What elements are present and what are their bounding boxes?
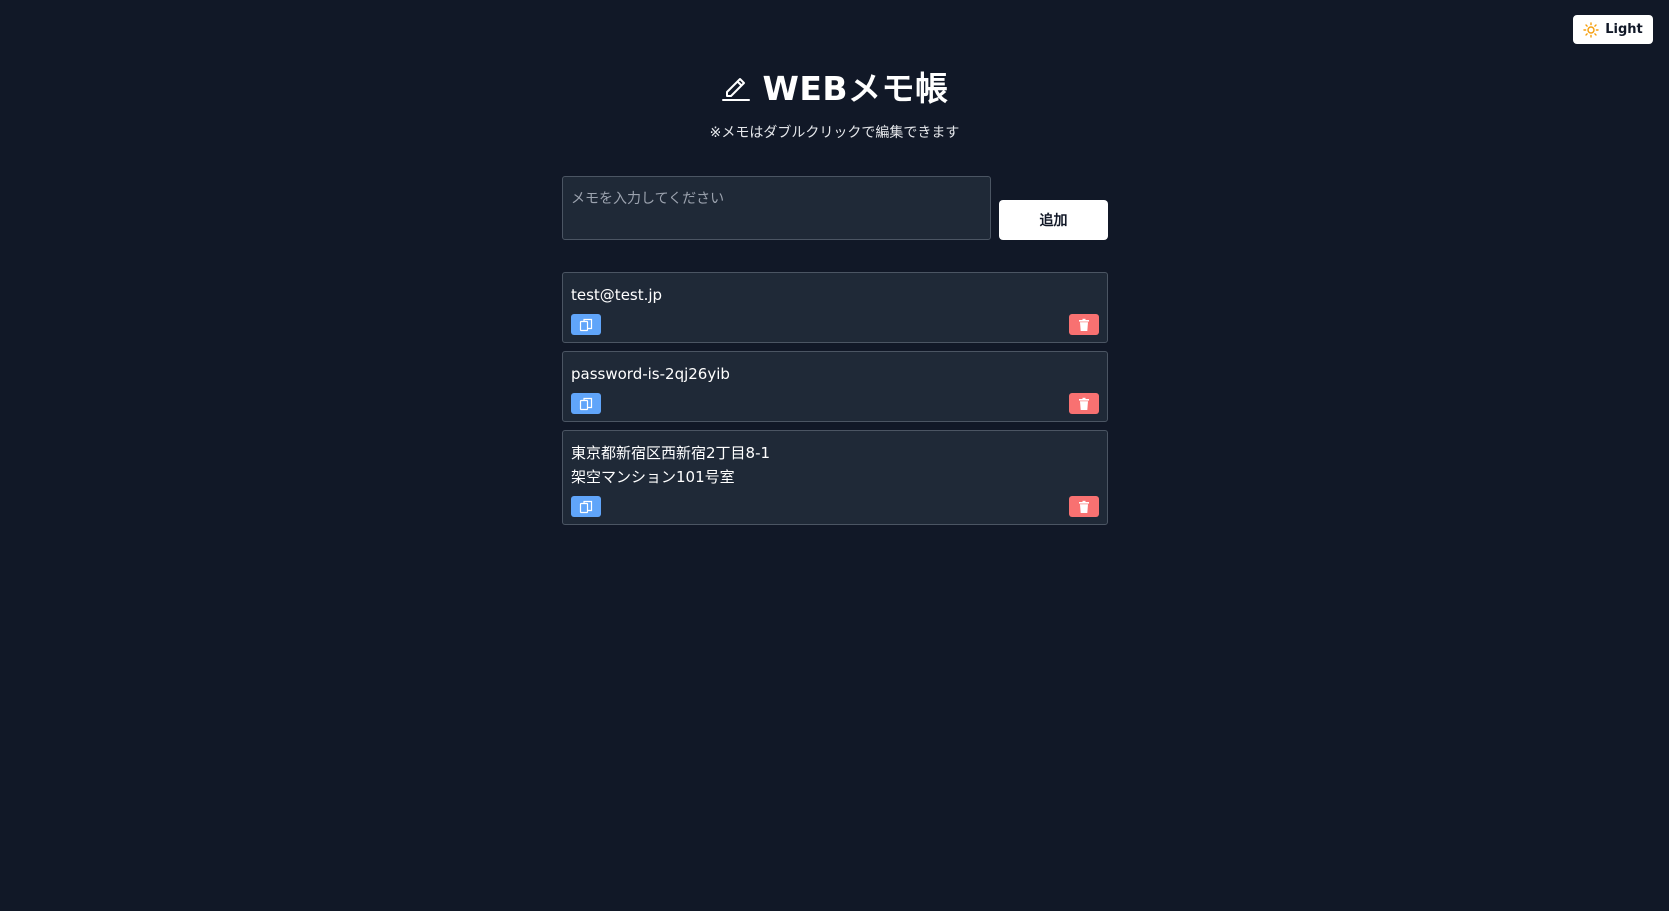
add-button[interactable]: 追加 [999,200,1108,240]
memo-text[interactable]: password-is-2qj26yib [571,362,1099,386]
delete-button[interactable] [1069,314,1099,335]
copy-icon [579,318,593,331]
memo-card: test@test.jp [562,272,1108,343]
trash-icon [1079,397,1089,410]
sun-icon [1583,21,1599,38]
memo-actions [571,314,1099,335]
pencil-icon [722,78,751,101]
copy-button[interactable] [571,496,601,517]
memo-text[interactable]: test@test.jp [571,283,1099,307]
memo-card: password-is-2qj26yib [562,351,1108,422]
page-header: WEBメモ帳 ※メモはダブルクリックで編集できます [0,62,1669,142]
memo-actions [571,393,1099,414]
memo-card: 東京都新宿区西新宿2丁目8-1 架空マンション101号室 [562,430,1108,525]
delete-button[interactable] [1069,496,1099,517]
memo-input[interactable] [562,176,991,240]
page-subtitle: ※メモはダブルクリックで編集できます [709,125,960,141]
memo-composer: 追加 [562,176,1108,240]
copy-button[interactable] [571,393,601,414]
memo-text[interactable]: 東京都新宿区西新宿2丁目8-1 架空マンション101号室 [571,441,1099,489]
title-row: WEBメモ帳 [720,62,948,110]
memo-list: test@test.jp password-is-2qj26yib 東京都新宿区… [562,272,1108,533]
copy-icon [579,500,593,513]
theme-toggle-label: Light [1605,22,1643,37]
trash-icon [1079,318,1089,331]
theme-toggle-button[interactable]: Light [1573,15,1653,44]
copy-button[interactable] [571,314,601,335]
memo-actions [571,496,1099,517]
delete-button[interactable] [1069,393,1099,414]
page-title: WEBメモ帳 [762,69,949,108]
trash-icon [1079,500,1089,513]
copy-icon [579,397,593,410]
app-page: Light WEBメモ帳 ※メモはダブルクリックで編集できます 追加 test@… [0,0,1669,911]
